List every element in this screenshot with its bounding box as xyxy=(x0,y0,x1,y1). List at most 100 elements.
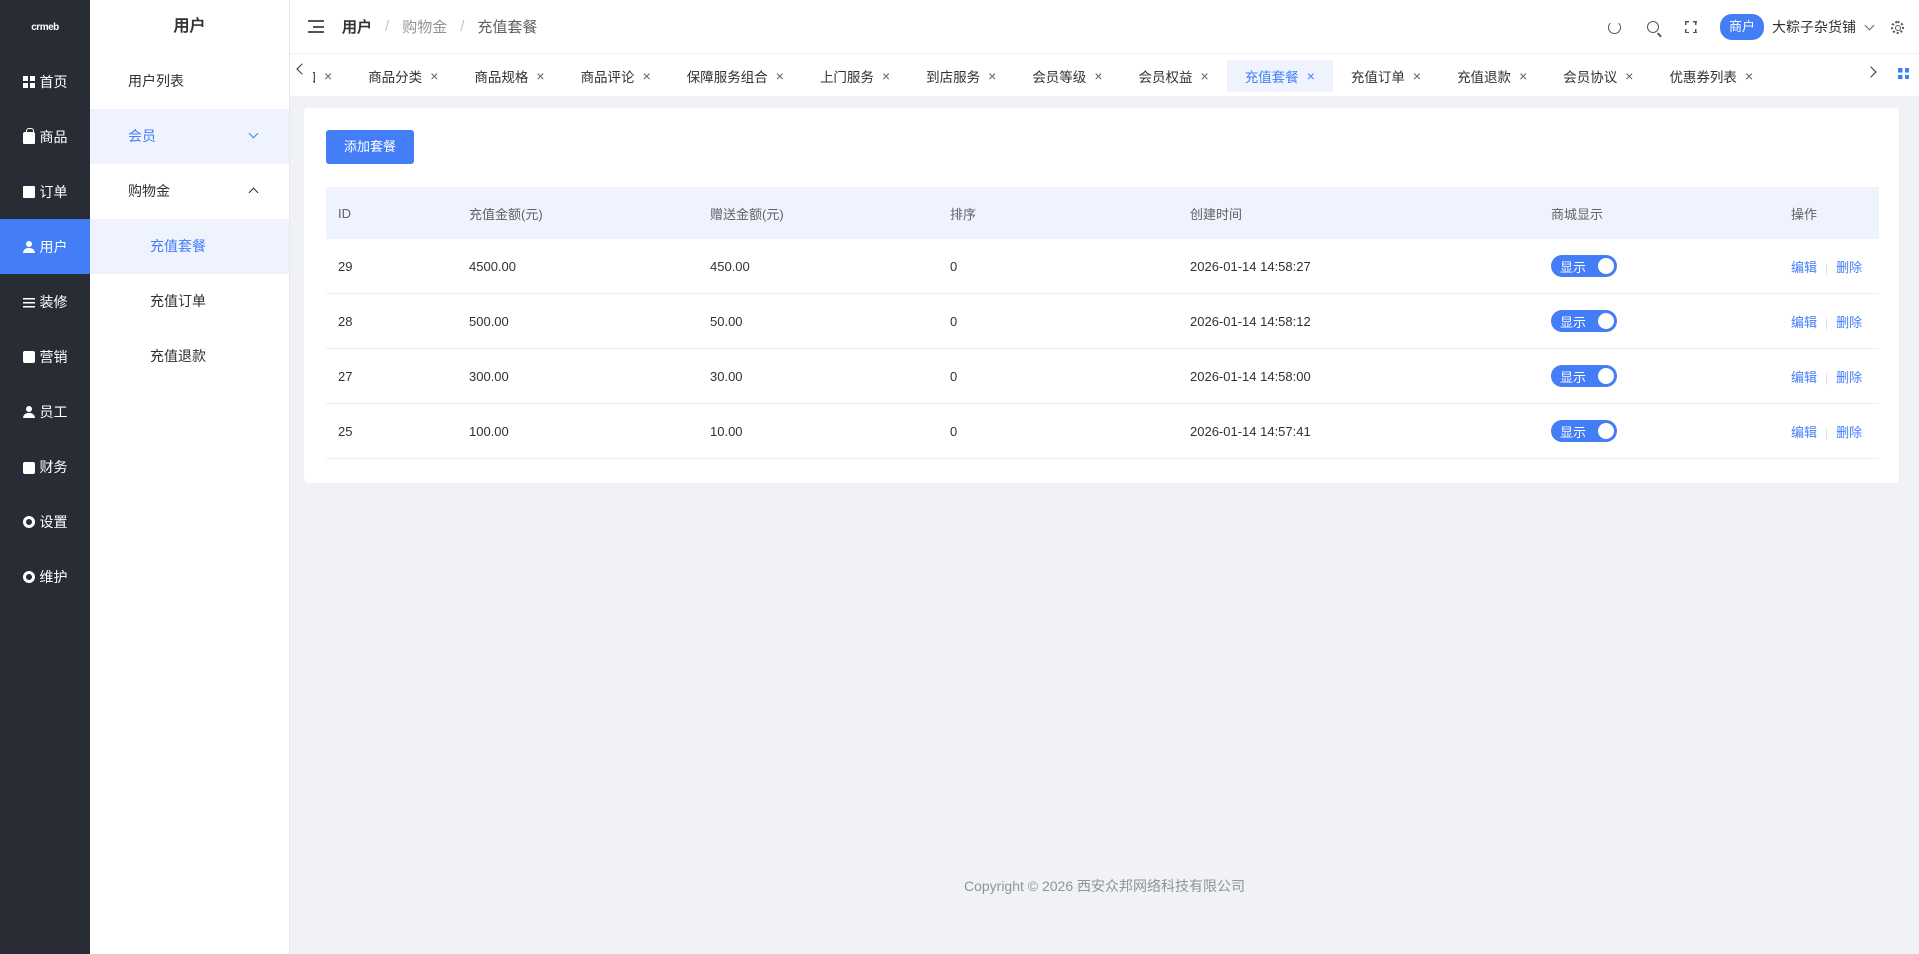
tab-item[interactable]: 充值订单 × xyxy=(1333,60,1439,92)
table-row: 25 100.00 10.00 0 2026-01-14 14:57:41 显示 编辑 | 删除 xyxy=(326,404,1879,459)
tabs-scroll-right-icon[interactable] xyxy=(1865,66,1877,78)
close-icon[interactable]: × xyxy=(1745,68,1753,84)
cell-show: 显示 xyxy=(1539,365,1779,387)
cell-gift: 30.00 xyxy=(710,368,743,384)
tab-track: 添加 × 商品分类 × 商品规格 × 商品评论 × 保障服务组合 × 上门服务 × 到店服务 × 会员等级 ×… xyxy=(313,60,1859,92)
toggle-label: 显示 xyxy=(1560,369,1587,385)
submenu-item-recharge-refund[interactable]: 充值退款 xyxy=(90,329,289,384)
submenu-item-shopping-gold[interactable]: 购物金 xyxy=(90,164,289,219)
column-header: ID xyxy=(338,205,351,221)
cell-id: 25 xyxy=(338,423,353,439)
tab-label: 到店服务 xyxy=(926,70,981,85)
wallet-icon xyxy=(22,462,35,474)
store-name[interactable]: 大粽子杂货铺 xyxy=(1772,17,1856,37)
tab-item[interactable]: 充值退款 × xyxy=(1439,60,1545,92)
close-icon[interactable]: × xyxy=(1519,68,1527,84)
edit-link[interactable]: 编辑 xyxy=(1791,370,1817,385)
refresh-button[interactable] xyxy=(1596,0,1634,54)
close-icon[interactable]: × xyxy=(1094,68,1102,84)
tab-item[interactable]: 充值套餐 × xyxy=(1226,60,1333,92)
tab-item[interactable]: 商品规格 × xyxy=(456,60,562,92)
tab-item[interactable]: 商品分类 × xyxy=(350,60,456,92)
rail-item-products[interactable]: 商品 xyxy=(0,109,90,164)
cell-created: 2026-01-14 14:58:12 xyxy=(1190,313,1311,329)
close-icon[interactable]: × xyxy=(882,68,890,84)
logo[interactable]: crmeb xyxy=(0,0,90,54)
tab-item[interactable]: 到店服务 × xyxy=(908,60,1014,92)
edit-link[interactable]: 编辑 xyxy=(1791,315,1817,330)
toggle-label: 显示 xyxy=(1560,259,1587,275)
settings-button[interactable] xyxy=(1885,0,1909,54)
tab-item[interactable]: 优惠券列表 × xyxy=(1651,60,1771,92)
edit-link[interactable]: 编辑 xyxy=(1791,425,1817,440)
tab-item[interactable]: 添加 × xyxy=(313,60,350,92)
search-button[interactable] xyxy=(1634,0,1672,54)
add-package-button[interactable]: 添加套餐 xyxy=(326,130,415,164)
rail-item-marketing[interactable]: 营销 xyxy=(0,329,90,384)
close-icon[interactable]: × xyxy=(1307,68,1315,84)
tab-item[interactable]: 会员权益 × xyxy=(1121,60,1227,92)
submenu-item-recharge-orders[interactable]: 充值订单 xyxy=(90,274,289,329)
close-icon[interactable]: × xyxy=(1201,68,1209,84)
cell-id: 29 xyxy=(338,258,353,274)
display-toggle[interactable]: 显示 xyxy=(1551,365,1617,387)
close-icon[interactable]: × xyxy=(776,68,784,84)
rail-item-users[interactable]: 用户 xyxy=(0,219,90,274)
tab-item[interactable]: 商品评论 × xyxy=(563,60,669,92)
tab-item[interactable]: 上门服务 × xyxy=(802,60,908,92)
delete-link[interactable]: 删除 xyxy=(1836,425,1862,440)
rail-item-decoration[interactable]: 装修 xyxy=(0,274,90,329)
breadcrumb: 用户 / 购物金 / 充值套餐 xyxy=(342,16,537,37)
display-toggle[interactable]: 显示 xyxy=(1551,310,1617,332)
display-toggle[interactable]: 显示 xyxy=(1551,420,1617,442)
breadcrumb-item[interactable]: 用户 xyxy=(342,16,372,37)
cell-gift: 450.00 xyxy=(710,258,750,274)
close-icon[interactable]: × xyxy=(324,68,332,84)
delete-link[interactable]: 删除 xyxy=(1836,260,1862,275)
rail-item-home[interactable]: 首页 xyxy=(0,54,90,109)
edit-link[interactable]: 编辑 xyxy=(1791,260,1817,275)
close-icon[interactable]: × xyxy=(1625,68,1633,84)
rail-item-staff[interactable]: 员工 xyxy=(0,384,90,439)
table-row: 27 300.00 30.00 0 2026-01-14 14:58:00 显示 编辑 | 删除 xyxy=(326,349,1879,404)
fullscreen-button[interactable] xyxy=(1672,0,1710,54)
rail-item-label: 维护 xyxy=(39,568,68,585)
display-toggle[interactable]: 显示 xyxy=(1551,255,1617,277)
cell-actions: 编辑 | 删除 xyxy=(1779,367,1879,386)
close-icon[interactable]: × xyxy=(430,68,438,84)
chevron-down-icon[interactable] xyxy=(1864,20,1875,31)
close-icon[interactable]: × xyxy=(536,68,544,84)
close-icon[interactable]: × xyxy=(643,68,651,84)
tab-item[interactable]: 保障服务组合 × xyxy=(669,60,802,92)
breadcrumb-item[interactable]: 购物金 xyxy=(402,16,447,37)
tab-item[interactable]: 会员协议 × xyxy=(1545,60,1651,92)
rail-item-maintenance[interactable]: 维护 xyxy=(0,549,90,604)
toggle-label: 显示 xyxy=(1560,314,1587,330)
rail-item-settings[interactable]: 设置 xyxy=(0,494,90,549)
delete-link[interactable]: 删除 xyxy=(1836,370,1862,385)
tab-item[interactable]: 会员等级 × xyxy=(1014,60,1120,92)
delete-link[interactable]: 删除 xyxy=(1836,315,1862,330)
merchant-badge[interactable]: 商户 xyxy=(1719,14,1764,40)
column-header: 充值金额(元) xyxy=(469,206,543,222)
tabs-menu-icon[interactable] xyxy=(1898,68,1909,79)
close-icon[interactable]: × xyxy=(988,68,996,84)
cell-sort: 0 xyxy=(950,423,958,439)
submenu-item-member[interactable]: 会员 xyxy=(90,109,289,164)
chevron-up-icon xyxy=(248,187,259,198)
page-tabs: 添加 × 商品分类 × 商品规格 × 商品评论 × 保障服务组合 × 上门服务 × 到店服务 × 会员等级 ×… xyxy=(290,54,1919,96)
action-separator: | xyxy=(1825,370,1829,385)
menu-toggle-icon[interactable] xyxy=(308,20,324,33)
rail-item-label: 员工 xyxy=(39,403,68,420)
header-actions: 商户 大粽子杂货铺 xyxy=(1596,0,1909,54)
submenu-item-user-list[interactable]: 用户列表 xyxy=(90,54,289,109)
cell-amount: 4500.00 xyxy=(469,258,516,274)
submenu-item-recharge-package[interactable]: 充值套餐 xyxy=(90,219,289,274)
tabs-scroll-left-icon[interactable] xyxy=(296,63,308,75)
close-icon[interactable]: × xyxy=(1413,68,1421,84)
rail-item-orders[interactable]: 订单 xyxy=(0,164,90,219)
cell-amount: 100.00 xyxy=(469,423,509,439)
search-icon xyxy=(1646,21,1659,33)
rail-item-finance[interactable]: 财务 xyxy=(0,439,90,494)
bag-icon xyxy=(22,127,35,144)
